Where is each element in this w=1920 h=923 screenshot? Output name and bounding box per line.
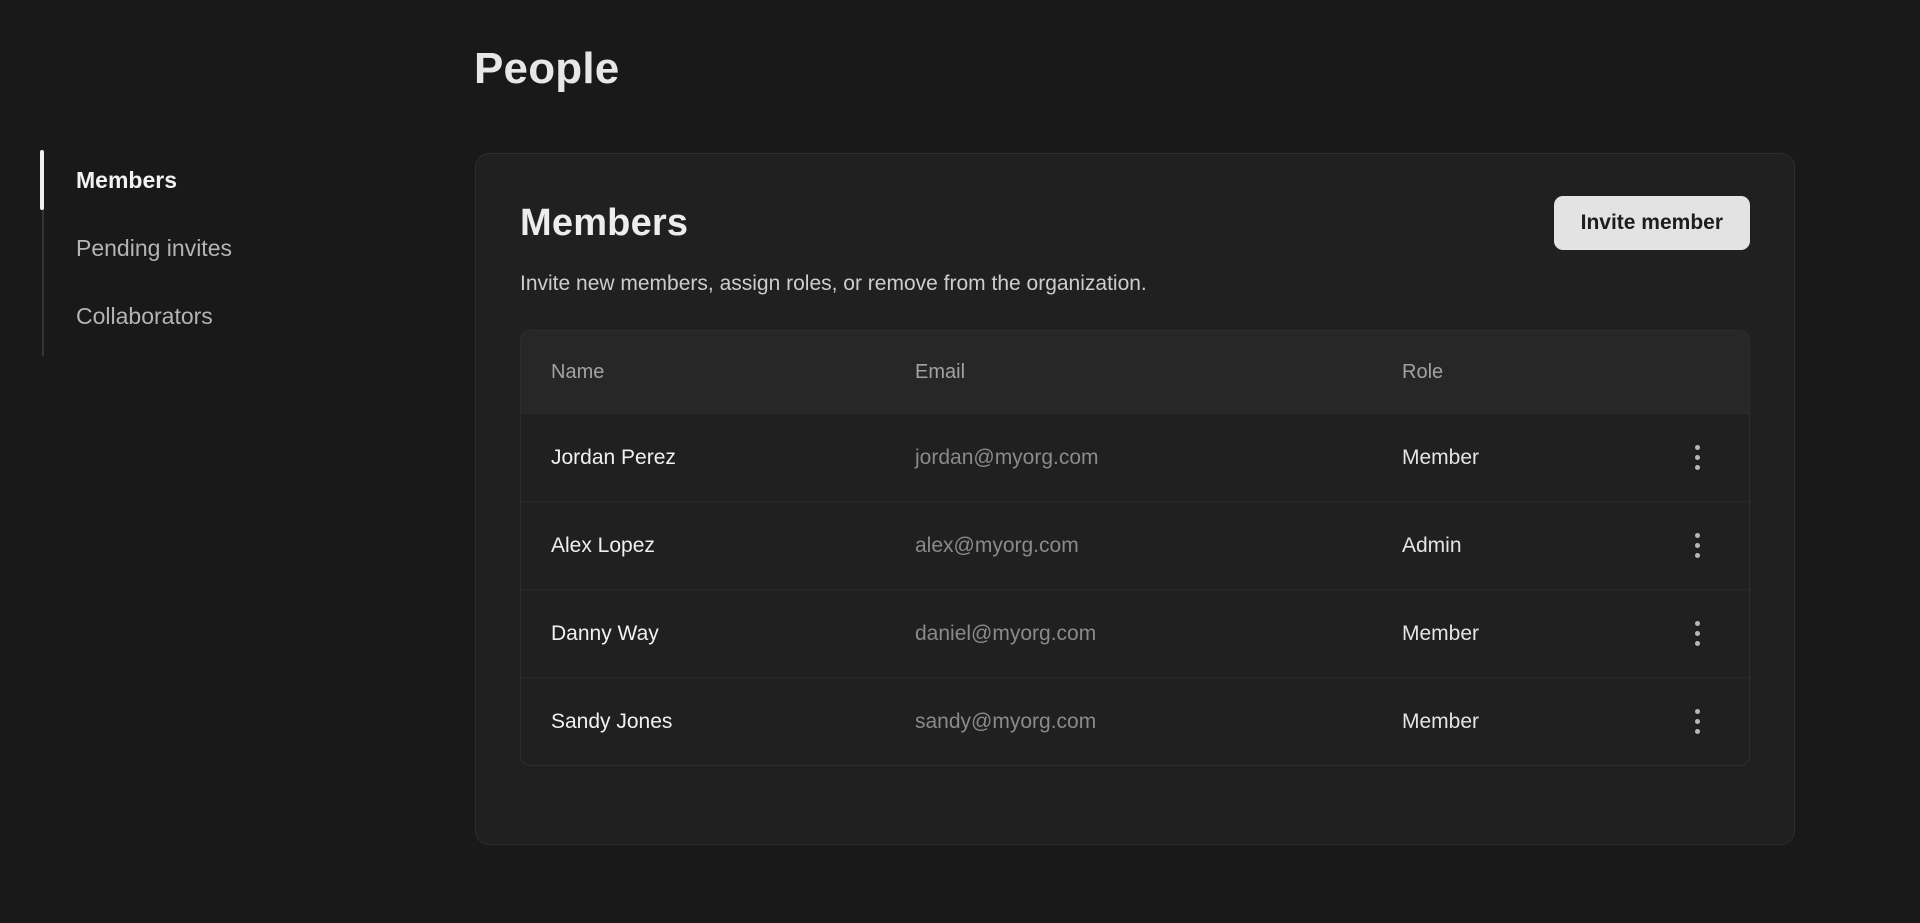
sidebar-item-collaborators[interactable]: Collaborators: [44, 288, 402, 344]
column-header-name: Name: [551, 361, 915, 384]
members-card: Members Invite member Invite new members…: [475, 153, 1795, 845]
member-email: daniel@myorg.com: [915, 622, 1402, 646]
members-card-title: Members: [520, 202, 688, 245]
sidebar-item-members[interactable]: Members: [44, 152, 402, 208]
row-menu-button[interactable]: [1675, 700, 1719, 744]
row-menu-button[interactable]: [1675, 612, 1719, 656]
table-row: Danny Way daniel@myorg.com Member: [521, 589, 1749, 677]
member-role: Member: [1402, 622, 1675, 646]
column-header-email: Email: [915, 361, 1402, 384]
settings-sidebar: Members Pending invites Collaborators: [42, 152, 402, 356]
table-row: Alex Lopez alex@myorg.com Admin: [521, 501, 1749, 589]
row-menu-button[interactable]: [1675, 436, 1719, 480]
row-menu-button[interactable]: [1675, 524, 1719, 568]
sidebar-item-label: Members: [76, 167, 177, 194]
kebab-icon: [1695, 533, 1700, 538]
invite-member-button[interactable]: Invite member: [1554, 196, 1750, 250]
table-row: Sandy Jones sandy@myorg.com Member: [521, 677, 1749, 765]
table-row: Jordan Perez jordan@myorg.com Member: [521, 413, 1749, 501]
kebab-icon: [1695, 709, 1700, 714]
member-name: Danny Way: [551, 622, 915, 646]
page-title: People: [474, 44, 619, 94]
member-role: Member: [1402, 446, 1675, 470]
table-header-row: Name Email Role: [521, 331, 1749, 413]
member-email: jordan@myorg.com: [915, 446, 1402, 470]
member-role: Member: [1402, 710, 1675, 734]
members-table: Name Email Role Jordan Perez jordan@myor…: [520, 330, 1750, 766]
member-email: sandy@myorg.com: [915, 710, 1402, 734]
member-name: Alex Lopez: [551, 534, 915, 558]
sidebar-item-label: Pending invites: [76, 235, 232, 262]
members-card-description: Invite new members, assign roles, or rem…: [520, 272, 1750, 296]
sidebar-item-pending-invites[interactable]: Pending invites: [44, 220, 402, 276]
kebab-icon: [1695, 621, 1700, 626]
member-email: alex@myorg.com: [915, 534, 1402, 558]
column-header-role: Role: [1402, 361, 1675, 384]
kebab-icon: [1695, 445, 1700, 450]
member-name: Jordan Perez: [551, 446, 915, 470]
sidebar-item-label: Collaborators: [76, 303, 213, 330]
member-name: Sandy Jones: [551, 710, 915, 734]
members-card-header: Members Invite member: [520, 196, 1750, 250]
table-body: Jordan Perez jordan@myorg.com Member Ale…: [521, 413, 1749, 765]
member-role: Admin: [1402, 534, 1675, 558]
